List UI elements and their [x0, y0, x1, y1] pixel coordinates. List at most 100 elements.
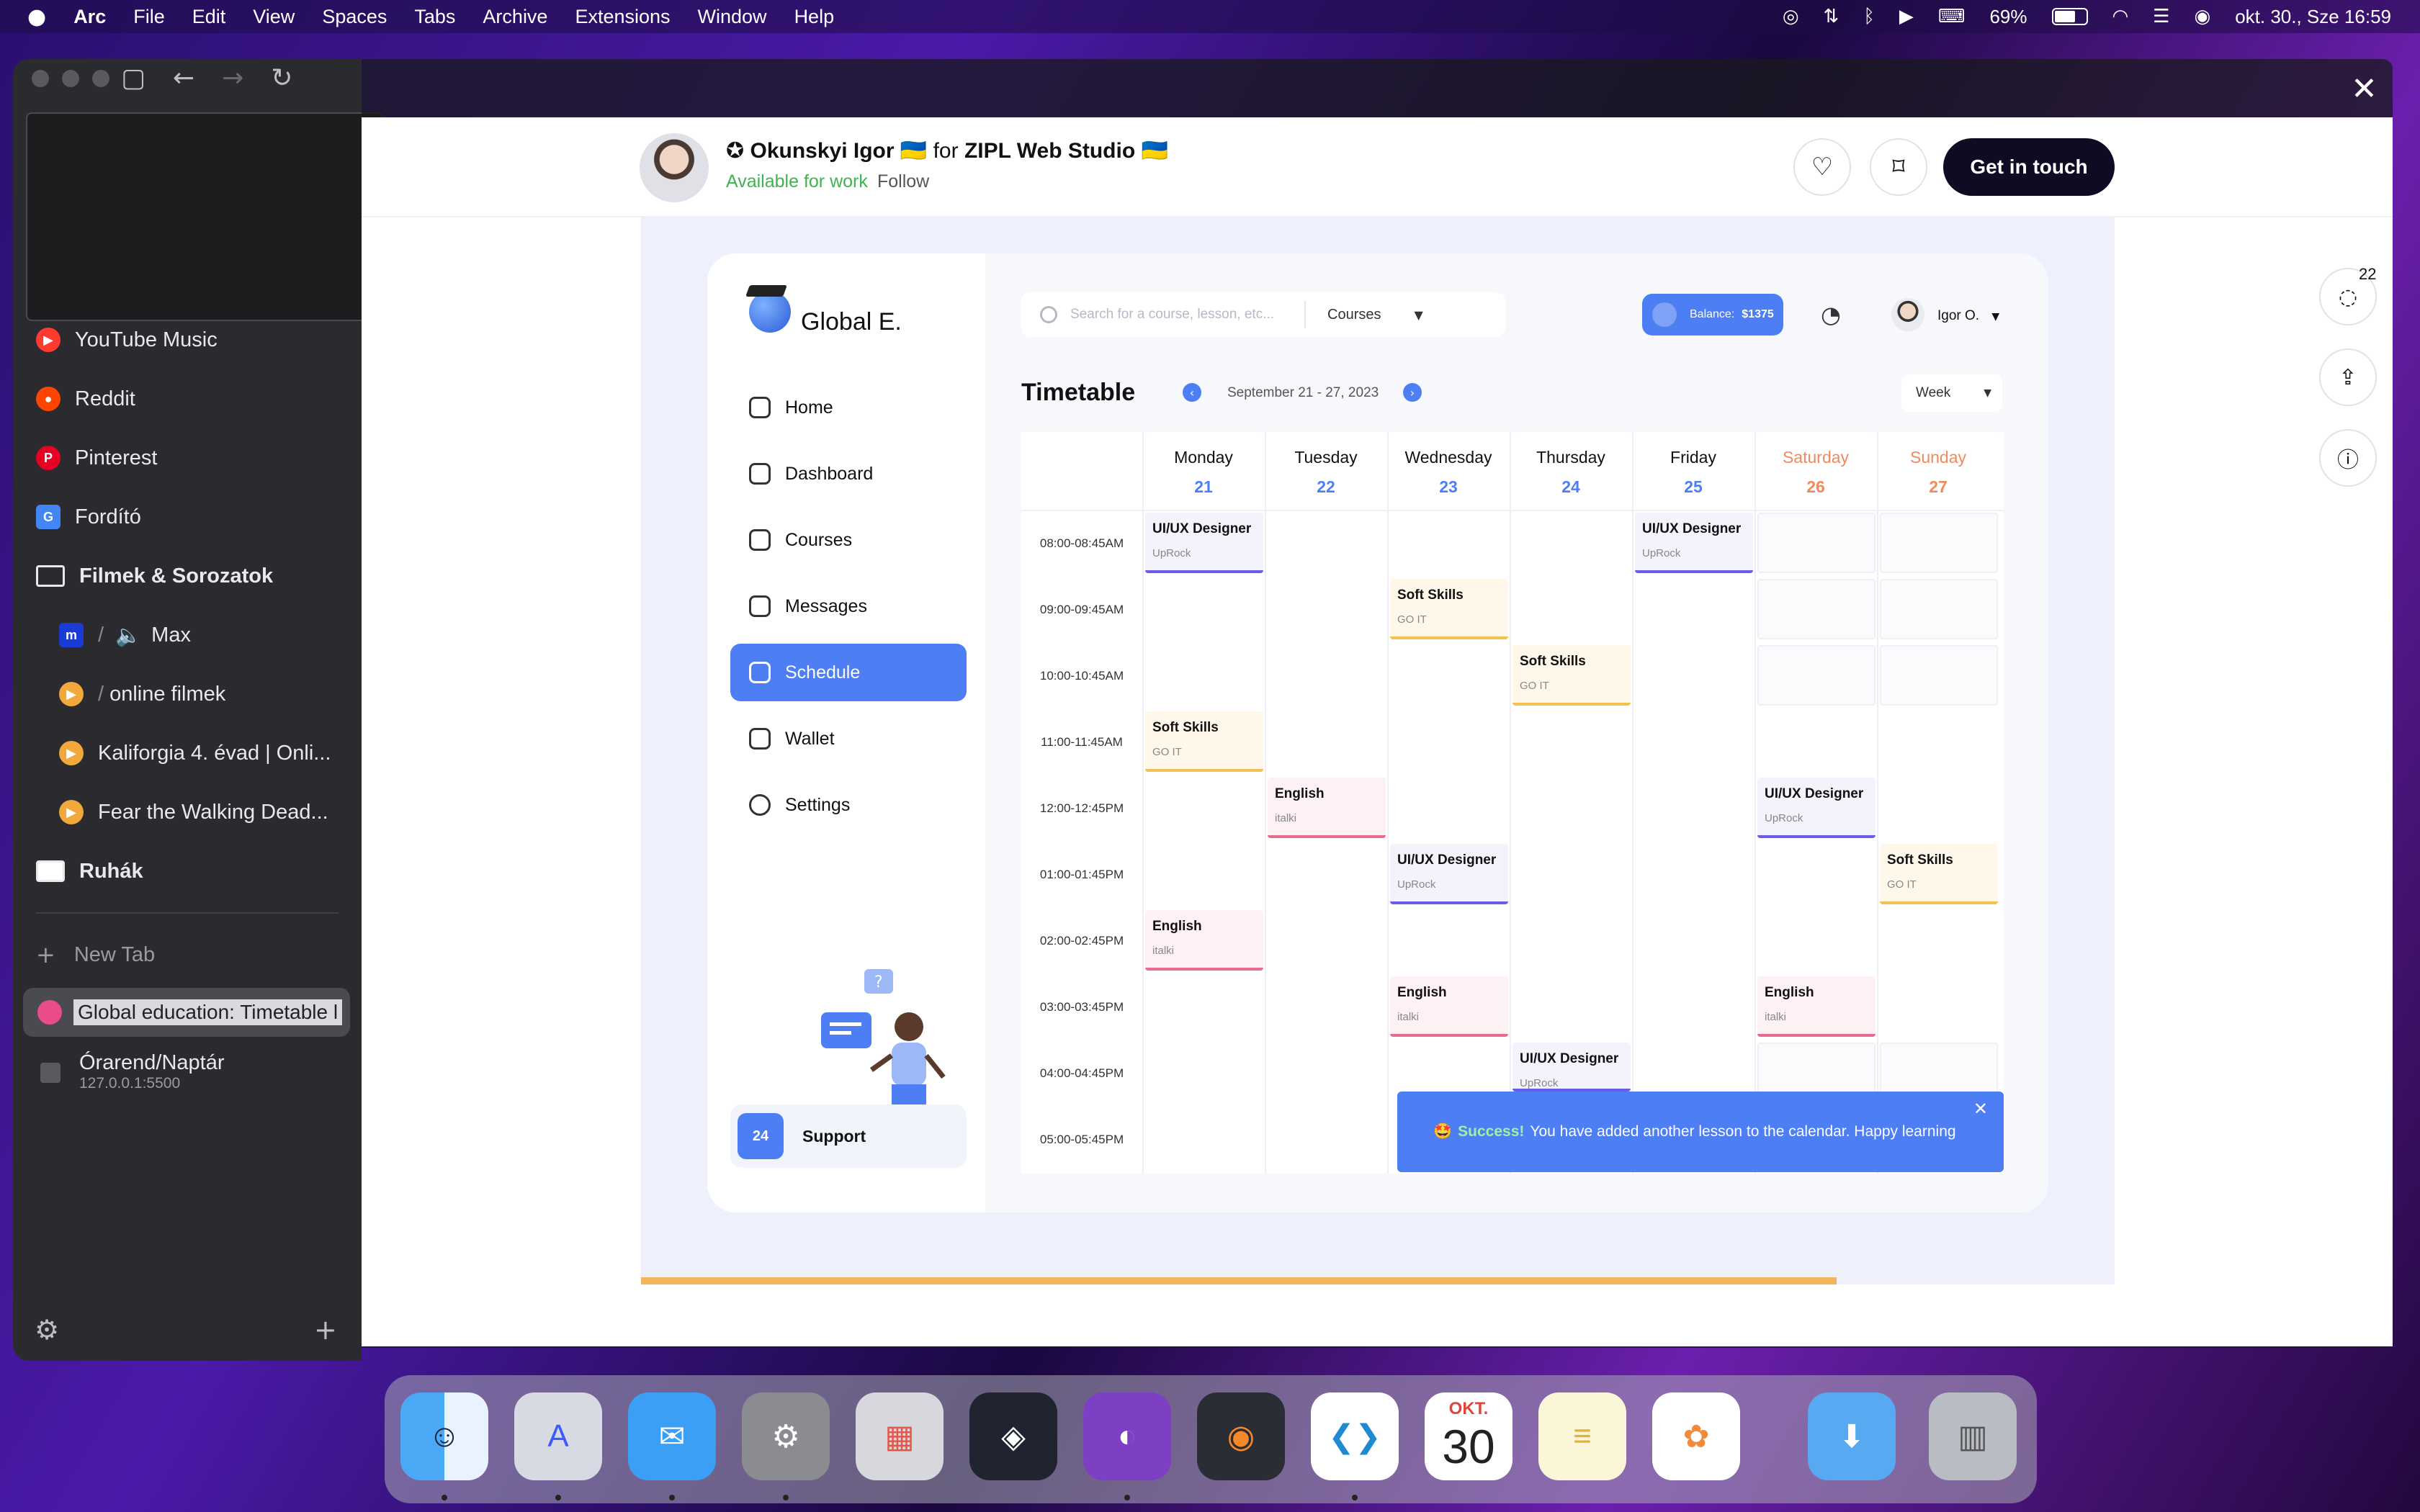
photos-icon[interactable]: ✿: [1652, 1392, 1740, 1480]
github-icon[interactable]: ◐: [1083, 1392, 1171, 1480]
event-card[interactable]: UI/UX Designer UpRock: [1512, 1043, 1631, 1092]
sidebar-item-pinterest[interactable]: P Pinterest: [36, 436, 157, 480]
sidebar-item-youtube-music[interactable]: ▶ YouTube Music: [36, 318, 218, 361]
sidebar-item-fordito[interactable]: G Fordító: [36, 495, 141, 539]
menu-view[interactable]: View: [253, 6, 295, 28]
sidebar-folder-filmek[interactable]: Filmek & Sorozatok: [36, 554, 273, 598]
menu-extensions[interactable]: Extensions: [575, 6, 670, 28]
menu-clock[interactable]: okt. 30., Sze 16:59: [2235, 6, 2391, 28]
author-name[interactable]: Okunskyi Igor: [750, 139, 894, 163]
finder-icon[interactable]: ☺: [400, 1392, 488, 1480]
nav-settings[interactable]: Settings: [730, 776, 967, 834]
zoom-window-dot[interactable]: [92, 70, 109, 87]
prev-week-button[interactable]: ‹: [1183, 383, 1201, 402]
wifi-icon[interactable]: ◠: [2112, 6, 2129, 27]
notes-icon[interactable]: ≡: [1538, 1392, 1626, 1480]
view-select[interactable]: Week ▼: [1901, 374, 2002, 412]
archive-icon[interactable]: ⚙: [35, 1314, 59, 1346]
vscode-icon[interactable]: ❮❯: [1311, 1392, 1399, 1480]
apple-icon[interactable]: ●: [27, 4, 46, 30]
like-button[interactable]: ♡: [1793, 138, 1851, 196]
nav-messages[interactable]: Messages: [730, 577, 967, 635]
course-search[interactable]: Search for a course, lesson, etc... Cour…: [1021, 292, 1505, 337]
airdrop-icon[interactable]: ◎: [1783, 6, 1799, 27]
category-select[interactable]: Courses: [1327, 307, 1381, 323]
play-icon[interactable]: ▶: [1899, 6, 1914, 27]
sidebar-toggle-icon[interactable]: ▢: [121, 63, 145, 93]
nav-courses[interactable]: Courses: [730, 511, 967, 569]
empty-cell[interactable]: [1757, 579, 1876, 639]
forward-arrow-icon[interactable]: →: [222, 63, 243, 93]
author-avatar[interactable]: [640, 133, 709, 202]
nav-wallet[interactable]: Wallet: [730, 710, 967, 768]
empty-cell[interactable]: [1880, 645, 1998, 706]
launchpad-icon[interactable]: ▦: [856, 1392, 944, 1480]
calendar-icon[interactable]: OKT. 30: [1425, 1392, 1512, 1480]
follow-link[interactable]: Follow: [877, 171, 929, 192]
sidebar-item-max[interactable]: m / 🔈 Max: [59, 613, 191, 657]
event-card[interactable]: Soft Skills GO IT: [1390, 579, 1508, 639]
siri-icon[interactable]: ◉: [2195, 6, 2211, 27]
window-controls[interactable]: [32, 70, 109, 87]
menu-archive[interactable]: Archive: [483, 6, 547, 28]
mail-icon[interactable]: ✉: [628, 1392, 716, 1480]
battery-percent[interactable]: 69%: [1989, 6, 2027, 28]
active-tab-global-education[interactable]: Global education: Timetable l: [23, 988, 350, 1037]
menu-file[interactable]: File: [133, 6, 165, 28]
info-button[interactable]: ⓘ: [2319, 429, 2377, 487]
bell-icon[interactable]: ◔: [1821, 301, 1841, 328]
nav-schedule[interactable]: Schedule: [730, 644, 967, 701]
back-arrow-icon[interactable]: ←: [173, 63, 194, 93]
balance-badge[interactable]: Balance: $1375: [1642, 294, 1783, 336]
support-button[interactable]: 24 Support: [730, 1104, 967, 1168]
event-card[interactable]: English italki: [1268, 778, 1386, 838]
empty-cell[interactable]: [1880, 513, 1998, 573]
reload-icon[interactable]: ↻: [271, 63, 292, 93]
battery-icon[interactable]: [2051, 8, 2088, 25]
close-icon[interactable]: ✕: [1973, 1099, 1988, 1119]
sidebar-item-kaliforgia[interactable]: ▶ Kaliforgia 4. évad | Onli...: [59, 732, 331, 775]
empty-cell[interactable]: [1757, 513, 1876, 573]
blender-icon[interactable]: ◉: [1197, 1392, 1285, 1480]
sidebar-item-reddit[interactable]: ● Reddit: [36, 377, 135, 420]
add-space-icon[interactable]: +: [314, 1314, 337, 1346]
event-card[interactable]: UI/UX Designer UpRock: [1145, 513, 1263, 573]
close-window-dot[interactable]: [32, 70, 49, 87]
affinity-icon[interactable]: A: [514, 1392, 602, 1480]
empty-cell[interactable]: [1757, 645, 1876, 706]
close-modal-icon[interactable]: ✕: [2351, 71, 2378, 107]
event-card[interactable]: English italki: [1145, 910, 1263, 971]
menu-app-name[interactable]: Arc: [73, 6, 106, 28]
bluetooth-icon[interactable]: ᛒ: [1863, 6, 1875, 27]
downloads-folder-icon[interactable]: ⬇: [1808, 1392, 1896, 1480]
user-menu[interactable]: Igor O. ▼: [1937, 308, 1999, 324]
event-card[interactable]: UI/UX Designer UpRock: [1390, 844, 1508, 904]
trash-icon[interactable]: ▥: [1929, 1392, 2017, 1480]
empty-cell[interactable]: [1880, 579, 1998, 639]
menu-spaces[interactable]: Spaces: [322, 6, 387, 28]
minimize-window-dot[interactable]: [62, 70, 79, 87]
event-card[interactable]: Soft Skills GO IT: [1145, 711, 1263, 772]
sidebar-item-fear-the-walking-dead[interactable]: ▶ Fear the Walking Dead...: [59, 791, 328, 834]
nav-home[interactable]: Home: [730, 379, 967, 436]
event-card[interactable]: Soft Skills GO IT: [1512, 645, 1631, 706]
control-center-icon[interactable]: ☰: [2153, 6, 2169, 27]
tab-orarend[interactable]: Órarend/Naptár 127.0.0.1:5500: [36, 1051, 225, 1102]
next-week-button[interactable]: ›: [1403, 383, 1422, 402]
save-button[interactable]: ⌑: [1870, 138, 1927, 196]
nav-dashboard[interactable]: Dashboard: [730, 445, 967, 503]
event-card[interactable]: UI/UX Designer UpRock: [1757, 778, 1876, 838]
menu-help[interactable]: Help: [794, 6, 835, 28]
davinci-resolve-icon[interactable]: ◈: [969, 1392, 1057, 1480]
user-avatar[interactable]: [1891, 298, 1924, 331]
sidebar-folder-ruhak[interactable]: Ruhák: [36, 850, 143, 893]
sidebar-item-online-filmek[interactable]: ▶ / online filmek: [59, 672, 225, 716]
system-settings-icon[interactable]: ⚙: [742, 1392, 830, 1480]
share-button[interactable]: ⇪: [2319, 348, 2377, 406]
studio-name[interactable]: ZIPL Web Studio: [964, 139, 1135, 163]
menu-tabs[interactable]: Tabs: [414, 6, 455, 28]
event-card[interactable]: English italki: [1390, 976, 1508, 1037]
new-tab-button[interactable]: + New Tab: [36, 933, 155, 976]
keyboard-icon[interactable]: ⌨: [1938, 6, 1966, 27]
get-in-touch-button[interactable]: Get in touch: [1943, 138, 2115, 196]
